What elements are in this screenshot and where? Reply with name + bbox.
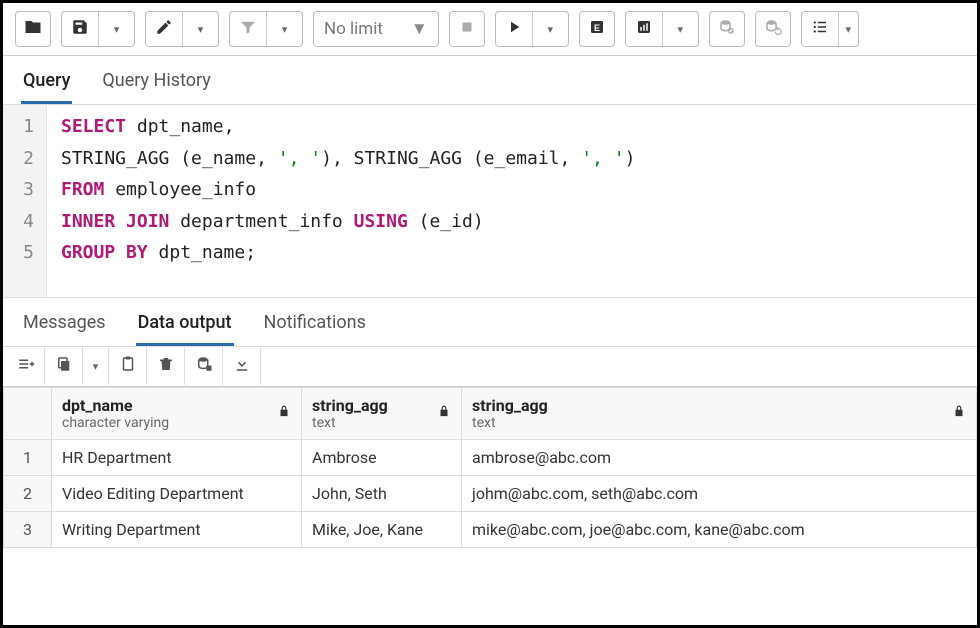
filter-button[interactable]	[230, 12, 266, 46]
sql-editor[interactable]: 1 2 3 4 5 SELECT dpt_name, STRING_AGG (e…	[3, 105, 977, 297]
chevron-down-icon: ▼	[411, 19, 428, 39]
explain-icon: E	[588, 18, 606, 40]
copy-icon	[55, 355, 73, 377]
tab-notifications[interactable]: Notifications	[262, 306, 368, 346]
main-toolbar: ▾ ▾ ▾ No limit ▼ ▾ E ▾ ▾	[3, 3, 977, 56]
db-rollback-icon	[764, 18, 782, 40]
pencil-icon	[155, 18, 173, 40]
tab-query[interactable]: Query	[21, 64, 72, 104]
download-button[interactable]	[223, 347, 261, 385]
rollback-button[interactable]	[755, 11, 791, 47]
chevron-down-icon: ▾	[677, 23, 683, 36]
list-icon	[811, 18, 829, 40]
filter-button-group: ▾	[229, 11, 303, 47]
lock-icon	[437, 404, 451, 423]
save-dropdown[interactable]: ▾	[98, 12, 134, 46]
cell[interactable]: mike@abc.com, joe@abc.com, kane@abc.com	[462, 511, 977, 547]
analyze-button-group: ▾	[625, 11, 699, 47]
cell[interactable]: HR Department	[52, 439, 302, 475]
chevron-down-icon: ▾	[93, 360, 99, 373]
save-icon	[71, 18, 89, 40]
trash-icon	[157, 355, 175, 377]
filter-icon	[239, 18, 257, 40]
cell[interactable]: Mike, Joe, Kane	[302, 511, 462, 547]
results-table: dpt_name character varying string_agg te…	[3, 387, 977, 548]
open-file-button[interactable]	[15, 11, 51, 47]
chart-icon	[635, 18, 653, 40]
save-data-button[interactable]	[185, 347, 223, 385]
add-row-icon	[17, 355, 35, 377]
tab-query-history[interactable]: Query History	[100, 64, 212, 104]
rownum-header	[4, 387, 52, 439]
stop-icon	[458, 18, 476, 40]
chevron-down-icon: ▾	[282, 23, 288, 36]
analyze-dropdown[interactable]: ▾	[662, 12, 698, 46]
tab-data-output[interactable]: Data output	[136, 306, 234, 346]
table-row[interactable]: 1 HR Department Ambrose ambrose@abc.com	[4, 439, 977, 475]
play-icon	[505, 18, 523, 40]
filter-dropdown[interactable]: ▾	[266, 12, 302, 46]
row-limit-select[interactable]: No limit ▼	[313, 11, 439, 47]
code-area[interactable]: SELECT dpt_name, STRING_AGG (e_name, ', …	[47, 105, 649, 297]
copy-dropdown[interactable]: ▾	[83, 347, 109, 385]
add-row-button[interactable]	[7, 347, 45, 385]
col-header-3[interactable]: string_agg text	[462, 387, 977, 439]
save-button[interactable]	[62, 12, 98, 46]
cell[interactable]: Writing Department	[52, 511, 302, 547]
table-row[interactable]: 3 Writing Department Mike, Joe, Kane mik…	[4, 511, 977, 547]
cell[interactable]: johm@abc.com, seth@abc.com	[462, 475, 977, 511]
db-save-icon	[195, 355, 213, 377]
cell[interactable]: Ambrose	[302, 439, 462, 475]
chevron-down-icon: ▾	[845, 23, 851, 36]
chevron-down-icon: ▾	[198, 23, 204, 36]
edit-dropdown[interactable]: ▾	[182, 12, 218, 46]
download-icon	[233, 355, 251, 377]
chevron-down-icon: ▾	[114, 23, 120, 36]
macros-button-group: ▾	[801, 11, 859, 47]
run-dropdown[interactable]: ▾	[532, 12, 568, 46]
save-button-group: ▾	[61, 11, 135, 47]
cell[interactable]: Video Editing Department	[52, 475, 302, 511]
svg-text:E: E	[594, 23, 600, 33]
explain-button[interactable]: E	[579, 11, 615, 47]
macros-button[interactable]	[802, 12, 838, 46]
chevron-down-icon: ▾	[547, 23, 553, 36]
result-tabs: Messages Data output Notifications	[3, 297, 977, 347]
folder-icon	[24, 18, 42, 40]
limit-label: No limit	[324, 19, 383, 39]
table-row[interactable]: 2 Video Editing Department John, Seth jo…	[4, 475, 977, 511]
cell[interactable]: ambrose@abc.com	[462, 439, 977, 475]
editor-tabs: Query Query History	[3, 56, 977, 105]
cell[interactable]: John, Seth	[302, 475, 462, 511]
paste-icon	[119, 355, 137, 377]
edit-button-group: ▾	[145, 11, 219, 47]
copy-button[interactable]	[45, 347, 83, 385]
run-button[interactable]	[496, 12, 532, 46]
edit-button[interactable]	[146, 12, 182, 46]
db-commit-icon	[718, 18, 736, 40]
lock-icon	[952, 404, 966, 423]
col-header-2[interactable]: string_agg text	[302, 387, 462, 439]
lock-icon	[277, 404, 291, 423]
commit-button[interactable]	[709, 11, 745, 47]
paste-button[interactable]	[109, 347, 147, 385]
tab-messages[interactable]: Messages	[21, 306, 108, 346]
analyze-button[interactable]	[626, 12, 662, 46]
result-toolbar: ▾	[3, 347, 977, 387]
col-header-1[interactable]: dpt_name character varying	[52, 387, 302, 439]
delete-button[interactable]	[147, 347, 185, 385]
line-gutter: 1 2 3 4 5	[3, 105, 47, 297]
macros-dropdown[interactable]: ▾	[838, 12, 858, 46]
run-button-group: ▾	[495, 11, 569, 47]
stop-button[interactable]	[449, 11, 485, 47]
